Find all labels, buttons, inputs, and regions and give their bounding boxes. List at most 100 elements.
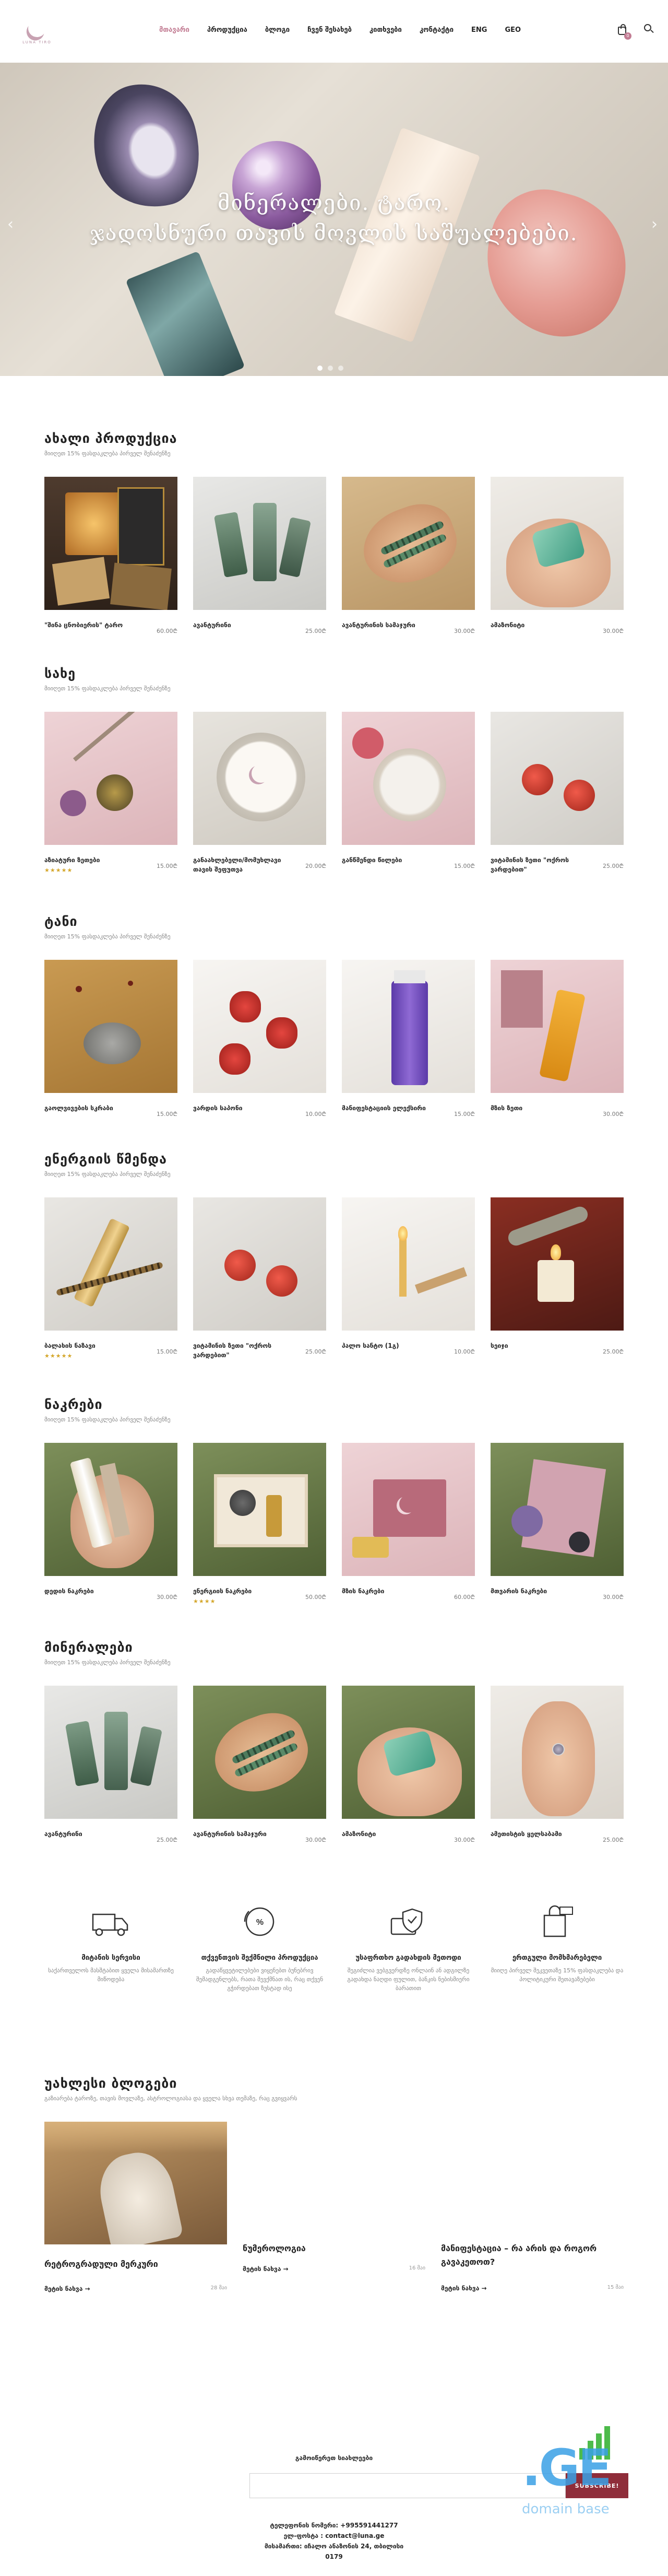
search-button[interactable]: [644, 24, 654, 34]
product-name[interactable]: პალო სანტო (1გ): [342, 1341, 441, 1350]
product-name[interactable]: დედის ნაკრები: [44, 1586, 144, 1596]
blog-post-title[interactable]: მანიფესტაცია – რა არის და როგორ გავაკეთო…: [441, 2242, 598, 2269]
nav-item-home[interactable]: მთავარი: [159, 26, 189, 34]
product-card[interactable]: პალო სანტო (1გ) 10.00₾: [342, 1197, 475, 1360]
product-card[interactable]: მზის ნაკრები 60.00₾: [342, 1443, 475, 1605]
product-name[interactable]: ავანტურინის სამაჯური: [342, 620, 441, 630]
product-card[interactable]: ვიტამინის ზეთი "ოქროს ვარდებით" 25.00₾: [193, 1197, 326, 1360]
product-card[interactable]: განაახლებელი/მომუხლავი თავის შეფუთვა 20.…: [193, 712, 326, 874]
slider-prev-arrow-icon[interactable]: ‹: [7, 215, 14, 233]
blog-post-title[interactable]: ნუმეროლოგია: [243, 2242, 306, 2255]
product-image[interactable]: [44, 1686, 177, 1819]
product-image[interactable]: [342, 1197, 475, 1331]
product-image[interactable]: [342, 477, 475, 610]
product-name[interactable]: ამაზონიტი: [491, 620, 590, 630]
product-card[interactable]: გაოლვივების სკრაბი 15.00₾: [44, 960, 177, 1118]
product-name[interactable]: ამაზონიტი: [342, 1829, 441, 1839]
product-card[interactable]: ვიტამინის ზეთი "ოქროს ვარდებით" 25.00₾: [491, 712, 624, 874]
product-name[interactable]: ენერგიის ნაკრები: [193, 1586, 292, 1596]
product-card[interactable]: ავანტურინის სამაჯური 30.00₾: [342, 477, 475, 634]
product-image[interactable]: [342, 1686, 475, 1819]
product-card[interactable]: ავანტურინის სამაჯური 30.00₾: [193, 1686, 326, 1843]
product-name[interactable]: ავანტურინი: [193, 620, 292, 630]
product-name[interactable]: მანიფესტაციის ელექსირი: [342, 1103, 441, 1113]
product-name[interactable]: გაოლვივების სკრაბი: [44, 1103, 144, 1113]
product-name[interactable]: მზის ზეთი: [491, 1103, 590, 1113]
product-image[interactable]: [491, 712, 624, 845]
product-name[interactable]: აზიატური ზეთები: [44, 855, 144, 865]
product-image[interactable]: [44, 960, 177, 1093]
product-image[interactable]: [44, 1197, 177, 1331]
product-name[interactable]: განაახლებელი/მომუხლავი თავის შეფუთვა: [193, 855, 292, 874]
site-logo[interactable]: LUNA TIRO: [19, 14, 55, 50]
slider-dot[interactable]: [328, 366, 333, 371]
product-image[interactable]: [193, 1197, 326, 1331]
product-name[interactable]: განწმენდი წილები: [342, 855, 441, 865]
product-card[interactable]: ენერგიის ნაკრები ★★★★ 50.00₾: [193, 1443, 326, 1605]
product-card[interactable]: მანიფესტაციის ელექსირი 15.00₾: [342, 960, 475, 1118]
product-image[interactable]: [342, 1443, 475, 1576]
product-card[interactable]: ბალახის ნაზავი ★★★★★ 15.00₾: [44, 1197, 177, 1360]
product-name[interactable]: ავანტურინი: [44, 1829, 144, 1839]
blog-post-title[interactable]: რეტროგრადული მერკური: [44, 2257, 158, 2271]
product-name[interactable]: მზის ნაკრები: [342, 1586, 441, 1596]
product-image[interactable]: [491, 960, 624, 1093]
product-image[interactable]: [44, 477, 177, 610]
product-image[interactable]: [491, 1443, 624, 1576]
product-card[interactable]: ამეთისტის ყელსაბამი 25.00₾: [491, 1686, 624, 1843]
product-image[interactable]: [193, 477, 326, 610]
product-price: 25.00₾: [603, 1348, 624, 1355]
product-card[interactable]: განწმენდი წილები 15.00₾: [342, 712, 475, 874]
nav-item-about[interactable]: ჩვენ შესახებ: [307, 26, 352, 34]
product-card[interactable]: "შინა ცნობიერის" ტარო 60.00₾: [44, 477, 177, 634]
product-card[interactable]: დედის ნაკრები 30.00₾: [44, 1443, 177, 1605]
product-name[interactable]: ვარდის საპონი: [193, 1103, 292, 1113]
product-card[interactable]: ავანტურინი 25.00₾: [44, 1686, 177, 1843]
nav-item-blog[interactable]: ბლოგი: [265, 26, 290, 34]
product-name[interactable]: ავანტურინის სამაჯური: [193, 1829, 292, 1839]
product-name[interactable]: მთვარის ნაკრები: [491, 1586, 590, 1596]
product-card[interactable]: ვარდის საპონი 10.00₾: [193, 960, 326, 1118]
product-card[interactable]: აზიატური ზეთები ★★★★★ 15.00₾: [44, 712, 177, 874]
product-name[interactable]: ამეთისტის ყელსაბამი: [491, 1829, 590, 1839]
product-image[interactable]: [342, 712, 475, 845]
read-more-link[interactable]: მეტის ნახვა →: [441, 2285, 487, 2292]
product-image[interactable]: [44, 1443, 177, 1576]
product-image[interactable]: [491, 477, 624, 610]
product-card[interactable]: ამაზონიტი 30.00₾: [342, 1686, 475, 1843]
nav-item-products[interactable]: პროდუქცია: [207, 26, 247, 34]
slider-next-arrow-icon[interactable]: ›: [651, 215, 658, 233]
nav-item-lang-eng[interactable]: ENG: [471, 26, 487, 34]
product-image[interactable]: [491, 1197, 624, 1331]
blog-post-card[interactable]: რეტროგრადული მერკური მეტის ნახვა → 28 მა…: [44, 2122, 227, 2315]
product-card[interactable]: მთვარის ნაკრები 30.00₾: [491, 1443, 624, 1605]
nav-item-faq[interactable]: კითხვები: [369, 26, 402, 34]
product-image[interactable]: [342, 960, 475, 1093]
product-name[interactable]: ვიტამინის ზეთი "ოქროს ვარდებით": [193, 1341, 292, 1360]
slider-dot[interactable]: [317, 366, 323, 371]
cart-button[interactable]: 0: [617, 24, 631, 40]
product-name[interactable]: ბალახის ნაზავი: [44, 1341, 144, 1350]
product-image[interactable]: [491, 1686, 624, 1819]
product-image[interactable]: [193, 712, 326, 845]
product-image[interactable]: [193, 1686, 326, 1819]
product-card[interactable]: მზის ზეთი 30.00₾: [491, 960, 624, 1118]
product-image[interactable]: [44, 712, 177, 845]
read-more-link[interactable]: მეტის ნახვა →: [44, 2285, 90, 2292]
blog-post-image[interactable]: [44, 2122, 227, 2244]
product-image[interactable]: [193, 960, 326, 1093]
newsletter-email-input[interactable]: [249, 2473, 566, 2498]
product-card[interactable]: ამაზონიტი 30.00₾: [491, 477, 624, 634]
product-name[interactable]: სეიჯი: [491, 1341, 590, 1350]
product-card[interactable]: სეიჯი 25.00₾: [491, 1197, 624, 1360]
product-name[interactable]: "შინა ცნობიერის" ტარო: [44, 620, 144, 630]
blog-post-card[interactable]: მანიფესტაცია – რა არის და როგორ გავაკეთო…: [441, 2122, 624, 2315]
blog-post-card[interactable]: ნუმეროლოგია მეტის ნახვა → 16 მაი: [243, 2122, 425, 2315]
read-more-link[interactable]: მეტის ნახვა →: [243, 2265, 289, 2273]
product-image[interactable]: [193, 1443, 326, 1576]
product-name[interactable]: ვიტამინის ზეთი "ოქროს ვარდებით": [491, 855, 590, 874]
slider-dot[interactable]: [338, 366, 343, 371]
product-card[interactable]: ავანტურინი 25.00₾: [193, 477, 326, 634]
nav-item-lang-geo[interactable]: GEO: [505, 26, 521, 34]
nav-item-contact[interactable]: კონტაქტი: [420, 26, 454, 34]
